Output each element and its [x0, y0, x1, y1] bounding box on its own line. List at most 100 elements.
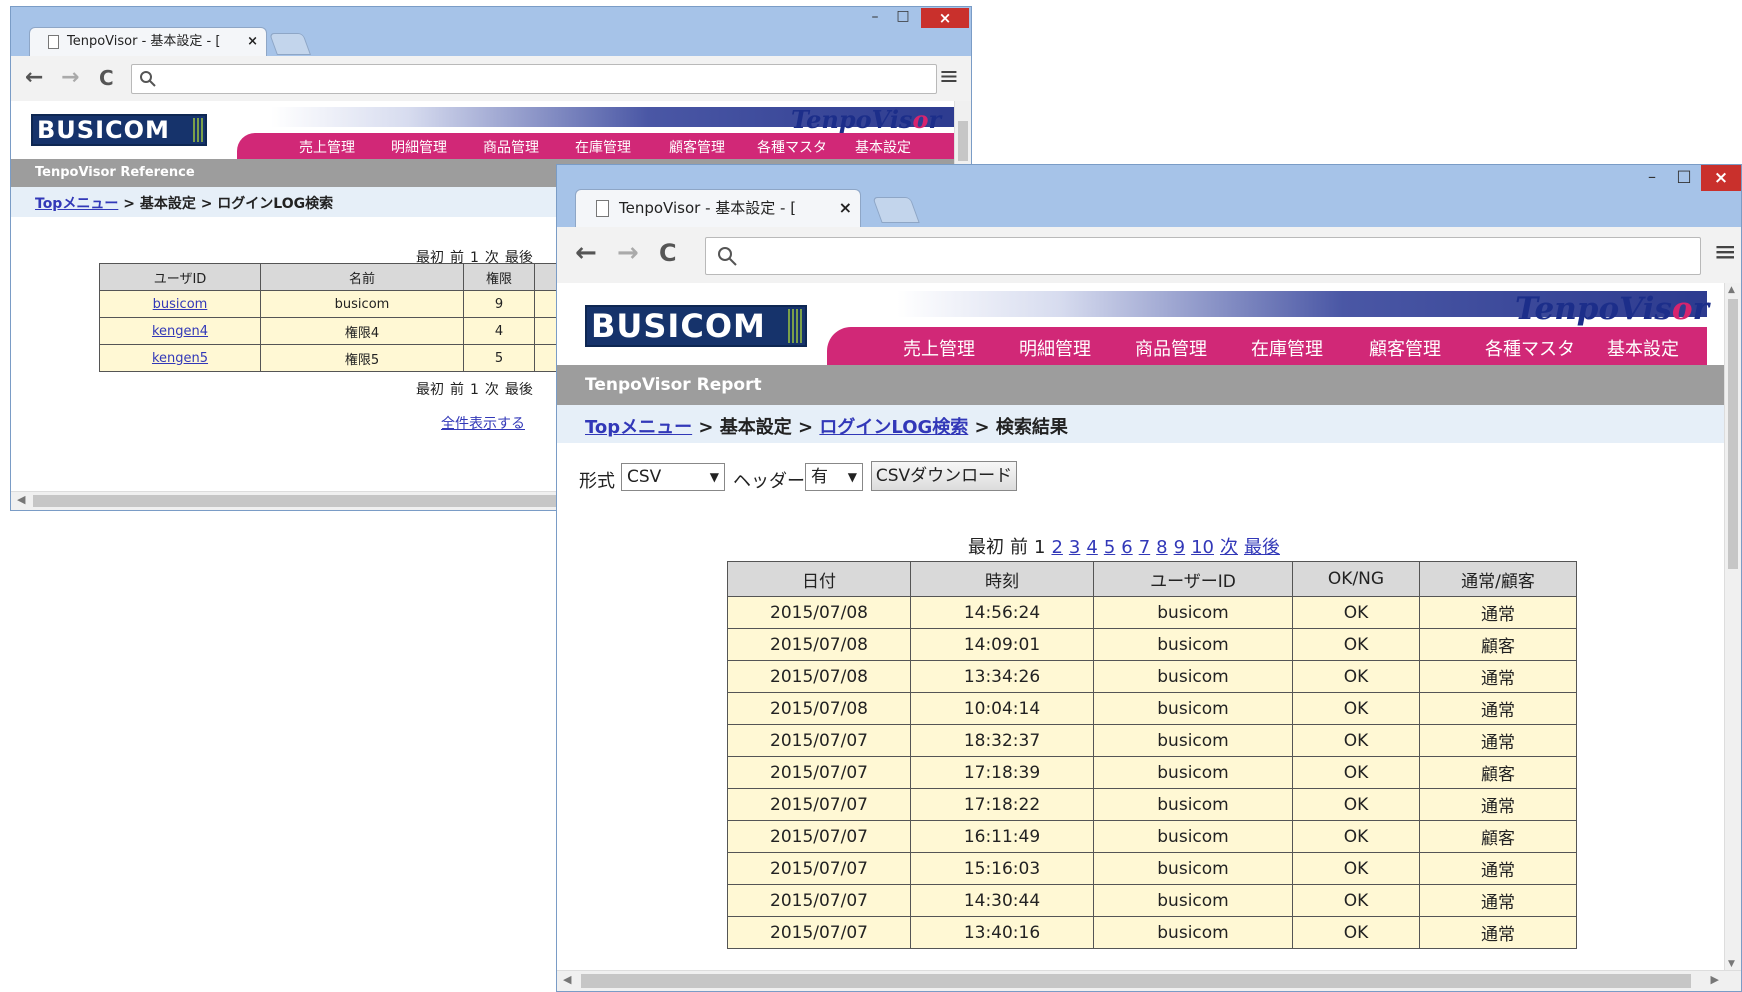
- cell-type: 通常: [1419, 660, 1577, 693]
- scroll-thumb[interactable]: [1728, 299, 1738, 569]
- browser-tab[interactable]: TenpoVisor - 基本設定 - [ ×: [29, 27, 267, 57]
- cell-date: 2015/07/07: [727, 916, 911, 949]
- format-select[interactable]: CSV ▼: [621, 463, 725, 491]
- window-close-icon[interactable]: ×: [921, 8, 969, 28]
- nav-details[interactable]: 明細管理: [391, 137, 447, 157]
- user-level: 9: [463, 290, 535, 318]
- tab-title: TenpoVisor - 基本設定 - [: [619, 199, 797, 217]
- col-date: 日付: [727, 561, 911, 597]
- user-link[interactable]: kengen4: [152, 324, 208, 339]
- scroll-right-icon[interactable]: ▶: [1711, 973, 1719, 986]
- pager-last-link[interactable]: 最後: [1244, 537, 1280, 558]
- col-level: 権限: [463, 263, 535, 291]
- cell-date: 2015/07/08: [727, 692, 911, 725]
- pager-link[interactable]: 9: [1174, 537, 1185, 558]
- pager-link[interactable]: 7: [1139, 537, 1150, 558]
- cell-ok-ng: OK: [1292, 724, 1420, 757]
- table-row: 2015/07/08 13:34:26 busicom OK 通常: [727, 660, 1577, 693]
- scroll-left-icon[interactable]: ◀: [17, 493, 25, 506]
- breadcrumb-top-link[interactable]: Topメニュー: [585, 417, 692, 438]
- table-row: 2015/07/07 16:11:49 busicom OK 顧客: [727, 820, 1577, 853]
- table-row: 2015/07/07 15:16:03 busicom OK 通常: [727, 852, 1577, 885]
- header-select-value: 有: [811, 467, 828, 487]
- browser-menu-icon[interactable]: ≡: [1714, 235, 1737, 268]
- breadcrumb-login-log-link[interactable]: ログインLOG検索: [819, 417, 968, 438]
- nav-details[interactable]: 明細管理: [1019, 335, 1091, 361]
- scroll-down-icon[interactable]: ▼: [1728, 959, 1735, 969]
- nav-products[interactable]: 商品管理: [483, 137, 539, 157]
- browser-menu-icon[interactable]: ≡: [939, 62, 959, 90]
- scroll-thumb[interactable]: [958, 121, 968, 161]
- pager-link[interactable]: 10: [1191, 537, 1214, 558]
- header-select[interactable]: 有 ▼: [805, 463, 863, 491]
- pager-link[interactable]: 6: [1121, 537, 1132, 558]
- maximize-icon[interactable]: □: [1671, 166, 1697, 185]
- format-label: 形式: [579, 471, 615, 492]
- show-all-link[interactable]: 全件表示する: [441, 413, 525, 433]
- cell-user-id: busicom: [1093, 916, 1293, 949]
- nav-customers[interactable]: 顧客管理: [1369, 335, 1441, 361]
- nav-products[interactable]: 商品管理: [1135, 335, 1207, 361]
- cell-user-id: busicom: [1093, 820, 1293, 853]
- csv-download-button[interactable]: CSVダウンロード: [871, 461, 1017, 491]
- table-row: 2015/07/07 17:18:39 busicom OK 顧客: [727, 756, 1577, 789]
- main-nav: 売上管理 明細管理 商品管理 在庫管理 顧客管理 各種マスタ 基本設定: [237, 133, 957, 159]
- scroll-thumb-h[interactable]: [581, 974, 1691, 988]
- nav-customers[interactable]: 顧客管理: [669, 137, 725, 157]
- busicom-logo: BUSICOM: [31, 114, 207, 146]
- search-icon: [718, 247, 737, 266]
- pager-link[interactable]: 2: [1051, 537, 1062, 558]
- reload-icon[interactable]: C: [99, 66, 114, 90]
- section-title: TenpoVisor Reference: [35, 165, 195, 180]
- pager-next-link[interactable]: 次: [1220, 537, 1238, 558]
- cell-ok-ng: OK: [1292, 884, 1420, 917]
- browser-tab[interactable]: TenpoVisor - 基本設定 - [ ×: [575, 189, 861, 227]
- cell-type: 通常: [1419, 596, 1577, 629]
- nav-sales[interactable]: 売上管理: [903, 335, 975, 361]
- address-bar[interactable]: [131, 64, 937, 94]
- back-arrow-icon[interactable]: ←: [25, 65, 43, 90]
- address-bar[interactable]: [705, 237, 1701, 275]
- pager-link[interactable]: 3: [1069, 537, 1080, 558]
- vertical-scrollbar[interactable]: ▲ ▼: [1724, 283, 1741, 971]
- horizontal-scrollbar[interactable]: ◀ ▶: [557, 970, 1741, 991]
- cell-ok-ng: OK: [1292, 756, 1420, 789]
- nav-masters[interactable]: 各種マスタ: [1485, 335, 1575, 361]
- maximize-icon[interactable]: □: [891, 8, 915, 24]
- breadcrumb-top-link[interactable]: Topメニュー: [35, 196, 118, 212]
- cell-user-id: busicom: [1093, 596, 1293, 629]
- scroll-up-icon[interactable]: ▲: [1728, 285, 1735, 295]
- user-link[interactable]: kengen5: [152, 351, 208, 366]
- minimize-icon[interactable]: –: [1639, 167, 1665, 186]
- nav-settings[interactable]: 基本設定: [1607, 335, 1679, 361]
- nav-inventory[interactable]: 在庫管理: [1251, 335, 1323, 361]
- tab-close-icon[interactable]: ×: [247, 28, 258, 56]
- minimize-icon[interactable]: –: [863, 9, 887, 25]
- table-row: kengen4 権限4 4: [99, 317, 578, 345]
- nav-inventory[interactable]: 在庫管理: [575, 137, 631, 157]
- nav-masters[interactable]: 各種マスタ: [757, 137, 827, 157]
- search-icon: [140, 71, 156, 87]
- nav-settings[interactable]: 基本設定: [855, 137, 911, 157]
- col-user-id: ユーザID: [99, 263, 261, 291]
- window-close-icon[interactable]: ×: [1701, 165, 1741, 191]
- forward-arrow-icon[interactable]: →: [61, 65, 79, 90]
- main-nav: 売上管理 明細管理 商品管理 在庫管理 顧客管理 各種マスタ 基本設定: [827, 327, 1707, 365]
- reload-icon[interactable]: C: [659, 239, 677, 267]
- scroll-left-icon[interactable]: ◀: [563, 973, 571, 986]
- tab-close-icon[interactable]: ×: [839, 190, 852, 226]
- col-type: 通常/顧客: [1419, 561, 1577, 597]
- cell-date: 2015/07/07: [727, 724, 911, 757]
- pager-link[interactable]: 5: [1104, 537, 1115, 558]
- forward-arrow-icon[interactable]: →: [617, 238, 639, 268]
- col-time: 時刻: [910, 561, 1094, 597]
- user-link[interactable]: busicom: [153, 297, 208, 312]
- cell-ok-ng: OK: [1292, 788, 1420, 821]
- pager-link[interactable]: 8: [1156, 537, 1167, 558]
- cell-user-id: busicom: [1093, 692, 1293, 725]
- nav-sales[interactable]: 売上管理: [299, 137, 355, 157]
- pager-link[interactable]: 4: [1086, 537, 1097, 558]
- back-arrow-icon[interactable]: ←: [575, 238, 597, 268]
- login-log-table: 日付 時刻 ユーザーID OK/NG 通常/顧客 2015/07/08 14:56…: [727, 561, 1577, 949]
- format-select-value: CSV: [627, 467, 662, 487]
